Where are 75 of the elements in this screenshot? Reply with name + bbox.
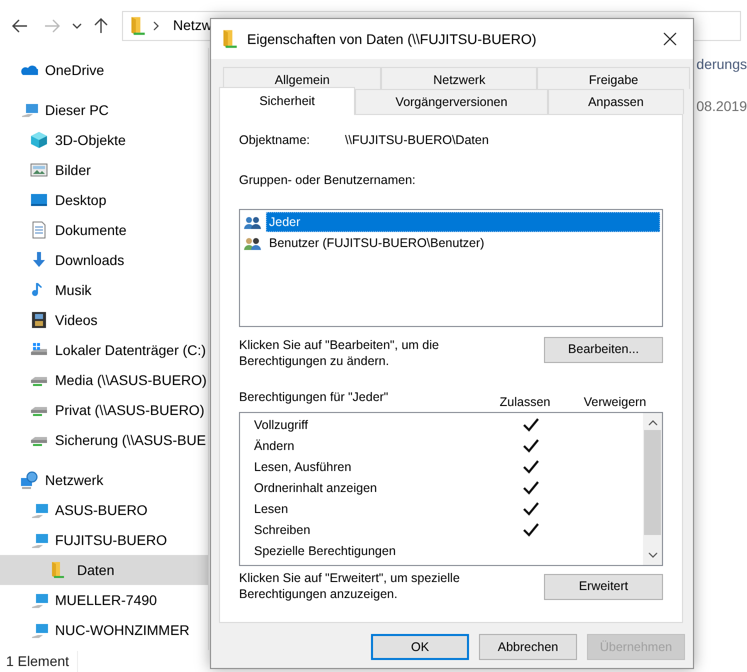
sidebar-item[interactable]: Musik bbox=[0, 275, 208, 305]
permission-name: Ordnerinhalt anzeigen bbox=[254, 480, 378, 497]
film-icon bbox=[30, 311, 48, 329]
close-icon bbox=[663, 32, 677, 46]
groups-label: Gruppen- oder Benutzernamen: bbox=[239, 172, 416, 187]
date-cell-text: 08.2019 bbox=[696, 97, 747, 116]
group-list-item[interactable]: Benutzer (FUJITSU-BUERO\Benutzer) bbox=[266, 233, 660, 253]
object-name-value: \\FUJITSU-BUERO\Daten bbox=[345, 132, 489, 149]
scroll-down-icon[interactable] bbox=[648, 552, 658, 558]
recent-locations-button[interactable] bbox=[70, 20, 84, 30]
desktop-icon bbox=[30, 191, 48, 209]
down-arrow-icon bbox=[30, 251, 48, 269]
computer-icon bbox=[20, 101, 38, 119]
sidebar-item[interactable]: Videos bbox=[0, 305, 208, 335]
tab[interactable]: Allgemein bbox=[223, 67, 382, 89]
scroll-up-icon[interactable] bbox=[648, 420, 658, 426]
status-text: 1 Element bbox=[6, 650, 78, 672]
chevron-right-icon bbox=[153, 20, 159, 30]
group-icon bbox=[244, 214, 262, 230]
allow-column-header: Zulassen bbox=[498, 394, 552, 410]
deny-column-header: Verweigern bbox=[582, 394, 648, 411]
sidebar-item[interactable]: OneDrive bbox=[0, 55, 208, 85]
dialog-button[interactable]: OK bbox=[371, 634, 469, 660]
sidebar-item[interactable]: MUELLER-7490 bbox=[0, 585, 208, 615]
computer-icon bbox=[30, 591, 48, 609]
forward-arrow-icon bbox=[44, 18, 60, 32]
sidebar-item[interactable]: Dokumente bbox=[0, 215, 208, 245]
edit-hint: Klicken Sie auf "Bearbeiten", um die Berechtigungen zu ändern. bbox=[239, 336, 440, 368]
sidebar-item[interactable]: Daten bbox=[0, 555, 208, 585]
sidebar-item[interactable]: Media (\\ASUS-BUERO) bbox=[0, 365, 208, 395]
tab[interactable]: Sicherheit bbox=[219, 87, 356, 115]
chevron-down-icon bbox=[72, 22, 82, 28]
edit-button[interactable]: Bearbeiten... bbox=[544, 336, 663, 362]
tab[interactable]: Vorgängerversionen bbox=[355, 89, 548, 114]
window-title: Eigenschaften von Daten (\\FUJITSU-BUERO) bbox=[247, 30, 538, 49]
sidebar-item[interactable]: Dieser PC bbox=[0, 95, 208, 125]
permission-name: Lesen, Ausführen bbox=[254, 458, 352, 476]
permission-name: Schreiben bbox=[254, 522, 312, 539]
tab[interactable]: Anpassen bbox=[548, 89, 684, 114]
column-header[interactable]: derungs bbox=[696, 54, 747, 75]
scrollbar[interactable] bbox=[643, 412, 662, 564]
sidebar-item[interactable]: Desktop bbox=[0, 185, 208, 215]
sidebar-item[interactable]: Sicherung (\\ASUS-BUE bbox=[0, 425, 208, 455]
group-list-item[interactable]: Jeder bbox=[266, 212, 660, 232]
sidebar-item[interactable]: FUJITSU-BUERO bbox=[0, 525, 208, 555]
permission-name: Vollzugriff bbox=[254, 416, 309, 434]
dialog-button[interactable]: Abbrechen bbox=[479, 634, 577, 660]
sidebar-item[interactable]: Lokaler Datenträger (C:) bbox=[0, 335, 208, 365]
sidebar-item[interactable]: Downloads bbox=[0, 245, 208, 275]
sidebar-item[interactable]: 3D-Objekte bbox=[0, 125, 208, 155]
permission-name: Ändern bbox=[254, 438, 296, 455]
users-icon bbox=[244, 236, 262, 250]
sidebar-item[interactable]: Netzwerk bbox=[0, 465, 208, 495]
sidebar-item[interactable]: Bilder bbox=[0, 155, 208, 185]
computer-icon bbox=[30, 621, 48, 639]
advanced-button[interactable]: Erweitert bbox=[544, 574, 663, 600]
sidebar-item[interactable]: ASUS-BUERO bbox=[0, 495, 208, 525]
computer-icon bbox=[30, 501, 48, 519]
computer-icon bbox=[30, 531, 48, 549]
picture-icon bbox=[30, 161, 48, 179]
globe-computer-icon bbox=[20, 471, 38, 489]
permissions-label: Berechtigungen für "Jeder" bbox=[239, 388, 390, 406]
advanced-hint: Klicken Sie auf "Erweitert", um spezielle Berechtigungen anzuzeigen. bbox=[239, 570, 461, 602]
document-icon bbox=[30, 221, 48, 239]
cube-icon bbox=[30, 131, 48, 149]
tab[interactable]: Netzwerk bbox=[381, 67, 538, 89]
sidebar-item[interactable]: NUC-WOHNZIMMER bbox=[0, 615, 208, 645]
permission-name: Spezielle Berechtigungen bbox=[254, 542, 397, 560]
up-arrow-icon bbox=[94, 18, 108, 34]
sidebar-item[interactable]: Privat (\\ASUS-BUERO) bbox=[0, 395, 208, 425]
back-arrow-icon bbox=[12, 18, 28, 32]
object-name-label: Objektname: bbox=[239, 132, 311, 149]
scrollbar-thumb[interactable] bbox=[644, 430, 661, 534]
tab[interactable]: Freigabe bbox=[537, 67, 690, 89]
permission-name: Lesen bbox=[254, 500, 290, 518]
